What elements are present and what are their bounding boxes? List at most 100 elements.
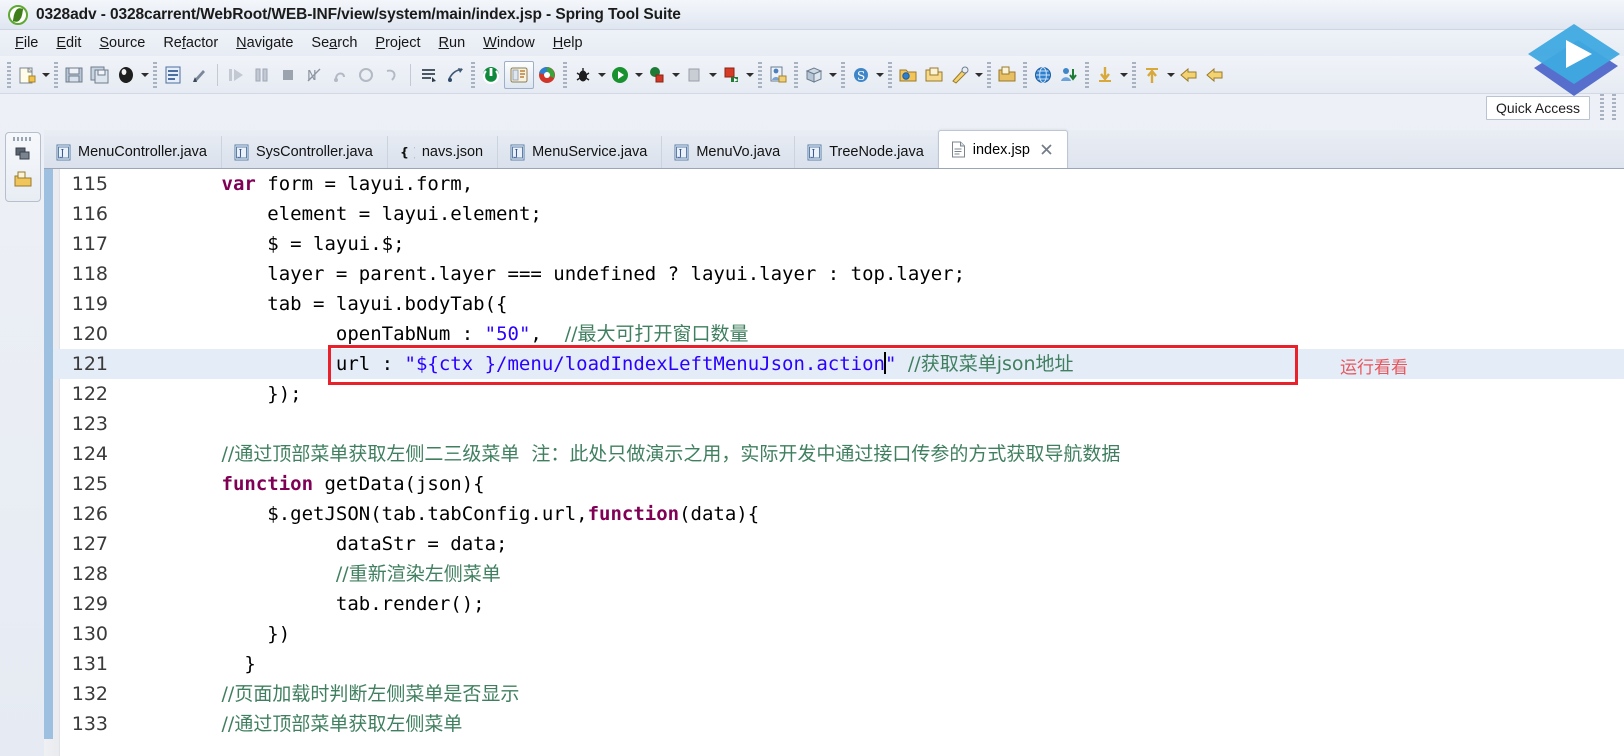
upload-dropdown[interactable]	[1165, 62, 1176, 88]
editor-tab-navs-json[interactable]: { } navs.json	[386, 136, 498, 168]
code-line[interactable]: 125 function getData(json){	[44, 469, 1624, 499]
new-java-class-button[interactable]	[765, 62, 791, 88]
spring-bean-dropdown[interactable]	[874, 62, 885, 88]
new-file-button[interactable]	[994, 62, 1020, 88]
spring-bean-button[interactable]: S	[848, 62, 874, 88]
code-line[interactable]: 133 //通过顶部菜单获取左侧菜单	[44, 709, 1624, 739]
new-wizard-button[interactable]	[14, 62, 40, 88]
code-line[interactable]: 132 //页面加载时判断左侧菜单是否显示	[44, 679, 1624, 709]
globe-button[interactable]	[1030, 62, 1056, 88]
code-text[interactable]: })	[120, 619, 1624, 649]
coverage-dropdown[interactable]	[707, 62, 718, 88]
menu-item-source[interactable]: Source	[90, 33, 154, 53]
coverage-button[interactable]	[681, 62, 707, 88]
step-over-button[interactable]	[249, 62, 275, 88]
toolbar-grip-8[interactable]	[841, 61, 845, 88]
close-icon[interactable]	[1040, 143, 1053, 156]
menu-item-edit[interactable]: Edit	[47, 33, 90, 53]
resume-button[interactable]	[353, 62, 379, 88]
code-text[interactable]: tab = layui.bodyTab({	[120, 289, 1624, 319]
quick-access-box[interactable]: Quick Access	[1485, 96, 1590, 120]
skip-breakpoints-button[interactable]: N	[301, 62, 327, 88]
toolbar-grip-11[interactable]	[1023, 61, 1027, 88]
print-button[interactable]	[113, 62, 139, 88]
toolbar-grip-13[interactable]	[1132, 61, 1136, 88]
editor-tab-syscontroller-java[interactable]: J SysController.java	[220, 136, 387, 168]
view-stack-grip[interactable]	[13, 137, 33, 141]
code-line[interactable]: 126 $.getJSON(tab.tabConfig.url,function…	[44, 499, 1624, 529]
upload-button[interactable]	[1139, 62, 1165, 88]
quick-access-grip[interactable]	[1600, 94, 1604, 122]
code-text[interactable]: tab.render();	[120, 589, 1624, 619]
code-editor[interactable]: 115 var form = layui.form, 116 element = …	[44, 168, 1624, 756]
new-wizard-dropdown[interactable]	[40, 62, 51, 88]
code-line[interactable]: 124 //通过顶部菜单获取左侧二三级菜单 注：此处只做演示之用，实际开发中通过…	[44, 439, 1624, 469]
download-dropdown[interactable]	[1118, 62, 1129, 88]
step-into-button[interactable]	[223, 62, 249, 88]
code-line[interactable]: 115 var form = layui.form,	[44, 169, 1624, 199]
code-text[interactable]: openTabNum : "50", //最大可打开窗口数量	[120, 319, 1624, 349]
toolbar-grip-6[interactable]	[758, 61, 762, 88]
step-return-button[interactable]	[327, 62, 353, 88]
download-button[interactable]	[1092, 62, 1118, 88]
menu-item-project[interactable]: Project	[366, 33, 429, 53]
code-text[interactable]: $.getJSON(tab.tabConfig.url,function(dat…	[120, 499, 1624, 529]
code-text[interactable]: layer = parent.layer === undefined ? lay…	[120, 259, 1624, 289]
menu-item-refactor[interactable]: Refactor	[154, 33, 227, 53]
toolbar-grip-4[interactable]	[471, 61, 475, 88]
run-as-server-dropdown[interactable]	[744, 62, 755, 88]
menu-item-run[interactable]: Run	[430, 33, 475, 53]
toolbar-grip-3[interactable]	[153, 61, 157, 88]
editor-tab-menucontroller-java[interactable]: J MenuController.java	[44, 136, 221, 168]
code-line[interactable]: 119 tab = layui.bodyTab({	[44, 289, 1624, 319]
code-text[interactable]: //重新渲染左侧菜单	[120, 559, 1624, 589]
run-as-server-button[interactable]	[718, 62, 744, 88]
code-text[interactable]: dataStr = data;	[120, 529, 1624, 559]
code-line[interactable]: 131 }	[44, 649, 1624, 679]
new-java-package-dropdown[interactable]	[827, 62, 838, 88]
save-all-button[interactable]	[87, 62, 113, 88]
toolbar-grip-12[interactable]	[1085, 61, 1089, 88]
code-text[interactable]: element = layui.element;	[120, 199, 1624, 229]
run-last-tool-button[interactable]	[478, 62, 504, 88]
toolbar-grip[interactable]	[7, 61, 11, 88]
web-browser-button[interactable]	[534, 62, 560, 88]
code-line[interactable]: 118 layer = parent.layer === undefined ?…	[44, 259, 1624, 289]
editor-tab-index-jsp[interactable]: index.jsp	[937, 130, 1068, 168]
external-tools-dropdown[interactable]	[670, 62, 681, 88]
code-text[interactable]: var form = layui.form,	[120, 169, 1624, 199]
toolbar-grip-7[interactable]	[794, 61, 798, 88]
code-text[interactable]: //通过顶部菜单获取左侧二三级菜单 注：此处只做演示之用，实际开发中通过接口传参…	[120, 439, 1624, 469]
minimized-view-stack[interactable]	[5, 132, 41, 202]
package-explorer-icon[interactable]	[13, 144, 33, 164]
open-folder-button[interactable]	[921, 62, 947, 88]
terminate-button[interactable]	[275, 62, 301, 88]
open-task-button[interactable]	[416, 62, 442, 88]
code-line[interactable]: 127 dataStr = data;	[44, 529, 1624, 559]
menu-item-help[interactable]: Help	[544, 33, 592, 53]
print-dropdown[interactable]	[139, 62, 150, 88]
run-dropdown[interactable]	[633, 62, 644, 88]
code-line[interactable]: 129 tab.render();	[44, 589, 1624, 619]
back-button[interactable]	[1176, 62, 1202, 88]
toolbar-grip-10[interactable]	[987, 61, 991, 88]
perspective-bar-grip[interactable]	[1612, 94, 1616, 122]
search-dropdown[interactable]	[973, 62, 984, 88]
code-text[interactable]: //页面加载时判断左侧菜单是否显示	[120, 679, 1624, 709]
forward-button[interactable]	[1202, 62, 1228, 88]
code-text[interactable]: //通过顶部菜单获取左侧菜单	[120, 709, 1624, 739]
menu-item-search[interactable]: Search	[302, 33, 366, 53]
debug-perspective-button[interactable]	[504, 60, 534, 89]
editor-tab-menuvo-java[interactable]: J MenuVo.java	[661, 136, 795, 168]
editor-tab-treenode-java[interactable]: J TreeNode.java	[794, 136, 938, 168]
drop-to-frame-button[interactable]	[379, 62, 405, 88]
debug-dropdown[interactable]	[596, 62, 607, 88]
link-task-button[interactable]	[442, 62, 468, 88]
menu-bar[interactable]: File Edit Source Refactor Navigate Searc…	[0, 30, 1624, 56]
debug-button[interactable]	[570, 62, 596, 88]
menu-item-navigate[interactable]: Navigate	[227, 33, 302, 53]
code-text[interactable]: }	[120, 649, 1624, 679]
toolbar-grip-9[interactable]	[888, 61, 892, 88]
search-button[interactable]	[947, 62, 973, 88]
code-line[interactable]: 117 $ = layui.$;	[44, 229, 1624, 259]
